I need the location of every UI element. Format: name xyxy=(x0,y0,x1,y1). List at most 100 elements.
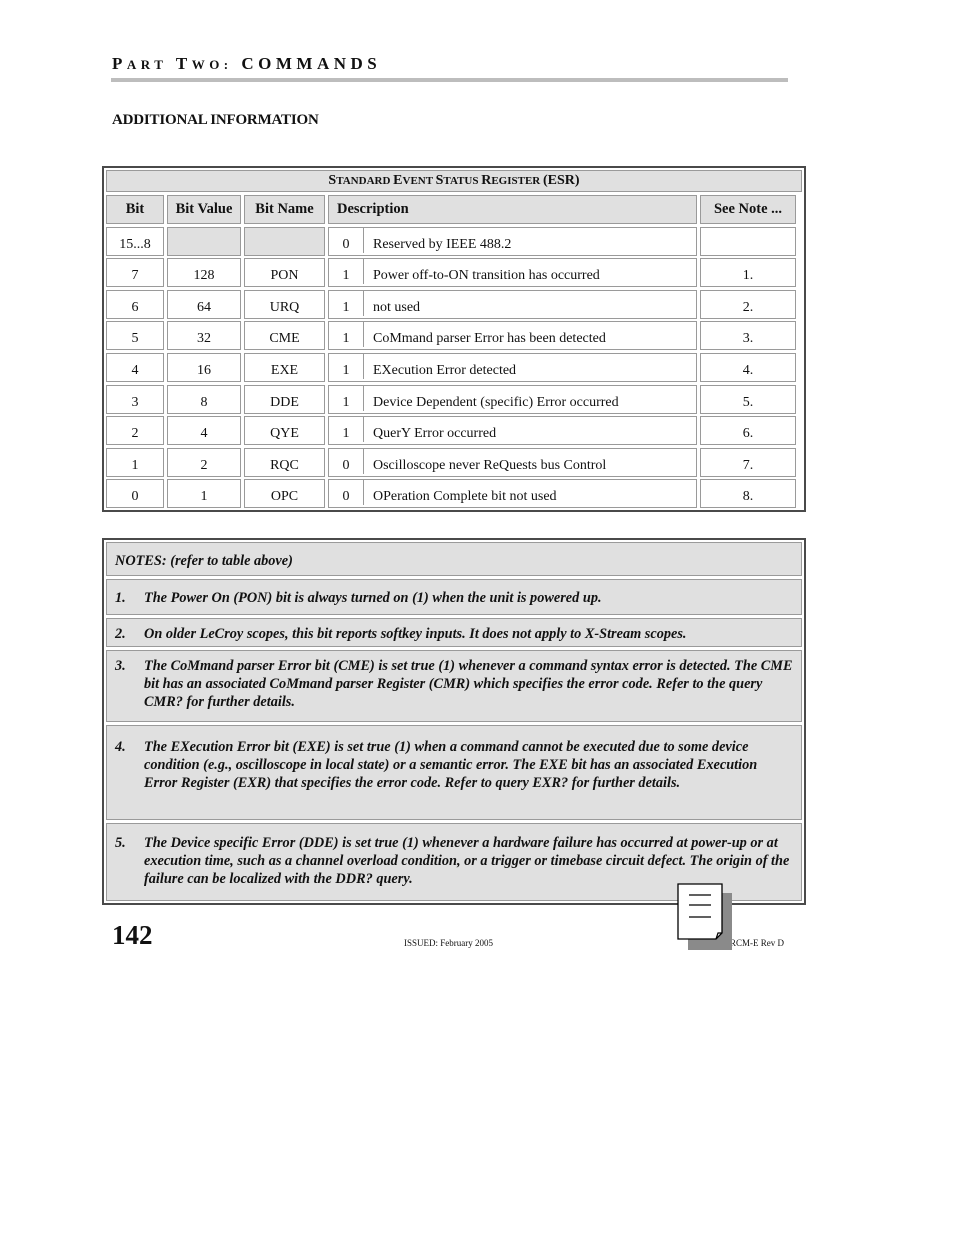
cell-bit: 3 xyxy=(106,384,164,414)
note-item: 1. The Power On (PON) bit is always turne… xyxy=(106,579,802,615)
title-initial: E xyxy=(393,173,403,188)
notes-heading: NOTES: (refer to table above) xyxy=(106,542,802,576)
cell-bit-name: PON xyxy=(244,258,325,288)
cell-bit-name xyxy=(244,226,325,256)
cell-description: 0 Oscilloscope never ReQuests bus Contro… xyxy=(328,447,697,477)
cell-flag: 1 xyxy=(329,353,364,379)
table-row: 4 16 EXE 1 EXecution Error detected 4. xyxy=(106,352,802,382)
cell-description-text: Device Dependent (specific) Error occurr… xyxy=(373,394,619,410)
page-number: 142 xyxy=(112,920,153,950)
table-row: 15...8 0 Reserved by IEEE 488.2 xyxy=(106,226,802,256)
table-row: 6 64 URQ 1 not used 2. xyxy=(106,289,802,319)
header-initial: P xyxy=(112,54,127,73)
cell-see-note: 7. xyxy=(700,447,796,477)
cell-bit: 6 xyxy=(106,289,164,319)
note-number: 2. xyxy=(115,626,126,642)
cell-description: 1 EXecution Error detected xyxy=(328,352,697,382)
section-title: ADDITIONAL INFORMATION xyxy=(112,112,319,128)
header-text: WO: xyxy=(191,57,233,72)
document-icon xyxy=(677,883,732,950)
table-row: 2 4 QYE 1 QuerY Error occurred 6. xyxy=(106,416,802,446)
cell-description: 1 not used xyxy=(328,289,697,319)
note-number: 4. xyxy=(115,739,126,755)
notes-box: NOTES: (refer to table above) 1. The Powe… xyxy=(102,538,806,905)
cell-description-text: EXecution Error detected xyxy=(373,362,517,378)
cell-flag: 1 xyxy=(329,385,364,411)
cell-see-note: 8. xyxy=(700,479,796,509)
title-initial: R xyxy=(481,173,492,188)
cell-flag: 0 xyxy=(329,448,364,474)
cell-description-text: OPeration Complete bit not used xyxy=(373,489,557,505)
cell-flag: 1 xyxy=(329,417,364,443)
revision-label: RCM-E Rev D xyxy=(730,938,784,948)
cell-see-note: 5. xyxy=(700,384,796,414)
title-text: VENT xyxy=(402,175,436,187)
note-item: 2. On older LeCroy scopes, this bit repor… xyxy=(106,618,802,647)
cell-description-text: CoMmand parser Error has been detected xyxy=(373,331,606,347)
cell-see-note: 4. xyxy=(700,352,796,382)
cell-bit: 5 xyxy=(106,321,164,351)
cell-description: 1 CoMmand parser Error has been detected xyxy=(328,321,697,351)
header-description: Description xyxy=(328,195,697,224)
issued-date: ISSUED: February 2005 xyxy=(404,938,493,948)
cell-description-text: Power off-to-ON transition has occurred xyxy=(373,268,600,284)
header-rule xyxy=(111,78,788,82)
header-bit-name: Bit Name xyxy=(244,195,325,224)
cell-description-text: QuerY Error occurred xyxy=(373,426,497,442)
cell-bit: 4 xyxy=(106,352,164,382)
part-header: PART TWO: COMMANDS xyxy=(112,54,381,74)
note-text: The CoMmand parser Error bit (CME) is se… xyxy=(144,658,793,710)
header-section: COMMANDS xyxy=(241,54,382,73)
title-text: TANDARD xyxy=(336,175,394,187)
esr-table: STANDARD EVENT STATUS REGISTER (ESR) Bit… xyxy=(102,166,806,513)
cell-flag: 1 xyxy=(329,322,364,348)
cell-bit-name: EXE xyxy=(244,352,325,382)
cell-bit: 0 xyxy=(106,479,164,509)
cell-bit-name: CME xyxy=(244,321,325,351)
cell-bit-value: 64 xyxy=(167,289,241,319)
esr-table-title: STANDARD EVENT STATUS REGISTER (ESR) xyxy=(106,170,802,192)
header-see-note: See Note ... xyxy=(700,195,796,224)
table-row: 0 1 OPC 0 OPeration Complete bit not use… xyxy=(106,479,802,509)
note-text: The EXecution Error bit (EXE) is set tru… xyxy=(144,739,758,791)
cell-bit-value: 4 xyxy=(167,416,241,446)
table-row: 5 32 CME 1 CoMmand parser Error has been… xyxy=(106,321,802,351)
cell-bit-value: 1 xyxy=(167,479,241,509)
cell-description: 1 QuerY Error occurred xyxy=(328,416,697,446)
cell-see-note: 2. xyxy=(700,289,796,319)
note-item: 4. The EXecution Error bit (EXE) is set t… xyxy=(106,725,802,820)
cell-description-text: Reserved by IEEE 488.2 xyxy=(373,236,512,252)
table-row: 3 8 DDE 1 Device Dependent (specific) Er… xyxy=(106,384,802,414)
cell-bit-value xyxy=(167,226,241,256)
header-bit-value: Bit Value xyxy=(167,195,241,224)
cell-see-note xyxy=(700,226,796,256)
title-text: EGISTER xyxy=(491,175,544,187)
cell-bit-name: URQ xyxy=(244,289,325,319)
header-bit: Bit xyxy=(106,195,164,224)
cell-description: 1 Power off-to-ON transition has occurre… xyxy=(328,258,697,288)
cell-flag: 0 xyxy=(329,227,364,253)
table-row: 7 128 PON 1 Power off-to-ON transition h… xyxy=(106,258,802,288)
cell-see-note: 3. xyxy=(700,321,796,351)
cell-description: 0 OPeration Complete bit not used xyxy=(328,479,697,509)
cell-bit-name: DDE xyxy=(244,384,325,414)
cell-description-text: not used xyxy=(373,299,421,315)
cell-flag: 1 xyxy=(329,259,364,285)
header-initial: T xyxy=(175,54,192,73)
cell-bit: 7 xyxy=(106,258,164,288)
note-text: On older LeCroy scopes, this bit reports… xyxy=(144,626,687,642)
cell-bit-name: QYE xyxy=(244,416,325,446)
title-text: TATUS xyxy=(443,175,482,187)
cell-see-note: 6. xyxy=(700,416,796,446)
cell-description: 1 Device Dependent (specific) Error occu… xyxy=(328,384,697,414)
table-row: 1 2 RQC 0 Oscilloscope never ReQuests bu… xyxy=(106,447,802,477)
note-item: 3. The CoMmand parser Error bit (CME) is … xyxy=(106,650,802,722)
cell-bit-value: 128 xyxy=(167,258,241,288)
cell-bit-name: RQC xyxy=(244,447,325,477)
cell-description-text: Oscilloscope never ReQuests bus Control xyxy=(373,457,607,473)
cell-bit-value: 2 xyxy=(167,447,241,477)
note-text: The Power On (PON) bit is always turned … xyxy=(144,590,602,606)
cell-bit-name: OPC xyxy=(244,479,325,509)
cell-bit: 1 xyxy=(106,447,164,477)
note-number: 3. xyxy=(115,658,126,674)
